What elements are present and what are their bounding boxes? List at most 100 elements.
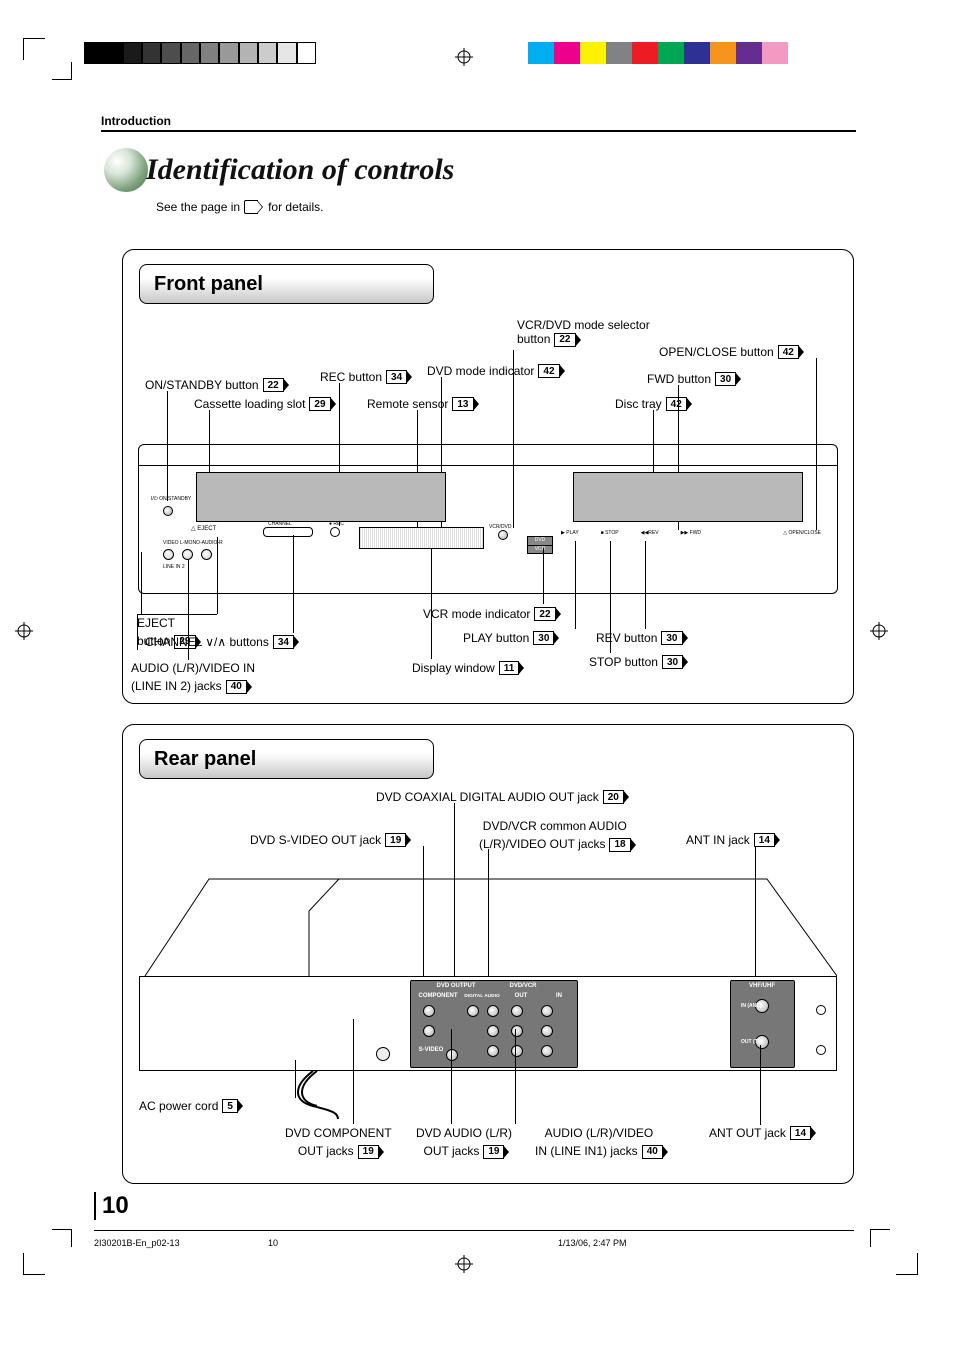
eject-label: △ EJECT [191, 525, 216, 532]
ground-jack-icon [376, 1047, 390, 1061]
rear-panel-diagram: DVD OUTPUT DVD/VCR COMPONENT DIGITAL AUD… [133, 871, 843, 1101]
rev-label: ◀◀REV [641, 530, 659, 536]
out-label: OUT [511, 993, 531, 999]
callout-coax: DVD COAXIAL DIGITAL AUDIO OUT jack 20 [376, 790, 624, 804]
device-top-edge [138, 448, 838, 466]
rec-button-icon [330, 527, 340, 537]
callout-text: button [517, 332, 550, 346]
registration-mark-icon [455, 1255, 473, 1273]
sphere-icon [104, 148, 148, 192]
callout-fwd: FWD button 30 [647, 372, 736, 386]
jack-icon [541, 1045, 553, 1057]
page-ref: 22 [263, 378, 284, 392]
leader-line [760, 1045, 761, 1125]
crop-mark [870, 1229, 890, 1247]
disc-tray [573, 472, 803, 522]
page-ref: 20 [603, 790, 624, 804]
registration-mark-icon [870, 622, 888, 640]
front-panel-section: Front panel VCR/DVD mode selector button… [122, 249, 854, 704]
swatch [684, 42, 710, 64]
page-ref: 11 [499, 661, 520, 675]
channel-rocker [263, 527, 313, 537]
dvd-output-block: DVD OUTPUT DVD/VCR COMPONENT DIGITAL AUD… [410, 980, 578, 1068]
swatch [297, 42, 316, 64]
callout-play: PLAY button 30 [463, 631, 554, 645]
callout-text: DVD mode indicator [427, 364, 534, 378]
callout-dvd-audio: DVD AUDIO (L/R) OUT jacks 19 [416, 1126, 512, 1159]
swatch [219, 42, 238, 64]
page-ref: 34 [273, 635, 294, 649]
swatch [606, 42, 632, 64]
dvd-output-label: DVD OUTPUT [421, 983, 491, 989]
page-number: 10 [94, 1192, 129, 1220]
callout-ant-out: ANT OUT jack 14 [709, 1126, 811, 1140]
subtitle-after: for details. [268, 200, 323, 214]
callout-text: Cassette loading slot [194, 397, 305, 411]
crop-mark [52, 1229, 72, 1247]
display-window [359, 527, 484, 549]
ac-cord-icon [283, 1071, 343, 1119]
callout-text: ANT IN jack [686, 833, 750, 847]
cassette-slot [196, 472, 446, 522]
jack-icon [541, 1025, 553, 1037]
callout-cassette-slot: Cassette loading slot 29 [194, 397, 331, 411]
callout-text: DVD/VCR common AUDIO [483, 819, 627, 833]
page-ref: 34 [386, 370, 407, 384]
callout-text: IN (LINE IN1) jacks [535, 1144, 638, 1158]
registration-mark-icon [15, 622, 33, 640]
jack-icon [467, 1005, 479, 1017]
page-ref: 42 [538, 364, 559, 378]
callout-rec: REC button 34 [320, 370, 407, 384]
crop-mark [23, 1253, 45, 1275]
leader-line [543, 548, 544, 604]
callout-stop: STOP button 30 [589, 655, 683, 669]
swatch [103, 42, 122, 64]
in-ant-label: IN (ANT.) [741, 1003, 762, 1009]
power-button-icon [163, 506, 173, 516]
callout-text: CHANNEL ∨/∧ buttons [145, 635, 269, 649]
svideo-label: S-VIDEO [413, 1047, 449, 1053]
callout-text: DVD S-VIDEO OUT jack [250, 833, 381, 847]
footer-page: 10 [268, 1238, 278, 1248]
grayscale-calibration-bar [84, 42, 316, 64]
play-label: ▶ PLAY [561, 530, 579, 536]
swatch [736, 42, 762, 64]
page-ref: 22 [534, 607, 555, 621]
crop-mark [23, 38, 45, 60]
page-ref: 40 [226, 680, 247, 694]
page-ref: 13 [452, 397, 473, 411]
callout-text: AUDIO (L/R)/VIDEO IN [131, 661, 255, 675]
leader-line [431, 549, 432, 659]
page-title: Identification of controls [146, 153, 454, 187]
screw-icon [816, 1005, 826, 1015]
callout-text: REC button [320, 370, 382, 384]
open-close-label: △ OPEN/CLOSE [783, 530, 821, 536]
callout-ant-in: ANT IN jack 14 [686, 833, 775, 847]
page-ref: 30 [533, 631, 554, 645]
page-ref-placeholder-icon [244, 200, 258, 214]
swatch [762, 42, 788, 64]
jack-icon [163, 549, 174, 560]
callout-text: AUDIO (L/R)/VIDEO [545, 1126, 654, 1140]
callout-text: OPEN/CLOSE button [659, 345, 774, 359]
in-label: IN [549, 993, 569, 999]
dvd-indicator: DVD [528, 537, 552, 546]
section-rule [101, 130, 856, 132]
stop-label: ■ STOP [601, 530, 619, 536]
jack-icon [182, 549, 193, 560]
leader-line [188, 560, 189, 660]
leader-line [137, 614, 217, 615]
leader-line [451, 1029, 452, 1124]
jack-icon [511, 1005, 523, 1017]
callout-text: ANT OUT jack [709, 1126, 786, 1140]
page-ref: 19 [483, 1145, 504, 1159]
swatch [84, 42, 103, 64]
mode-indicator: DVD VCR [527, 536, 553, 554]
leader-line [645, 541, 646, 629]
callout-text: (LINE IN 2) jacks [131, 679, 222, 693]
vhf-uhf-label: VHF/UHF [737, 983, 787, 989]
callout-text: DVD COAXIAL DIGITAL AUDIO OUT jack [376, 790, 599, 804]
jack-icon [487, 1005, 499, 1017]
vcr-dvd-label: VCR/DVD [489, 524, 512, 530]
swatch [658, 42, 684, 64]
